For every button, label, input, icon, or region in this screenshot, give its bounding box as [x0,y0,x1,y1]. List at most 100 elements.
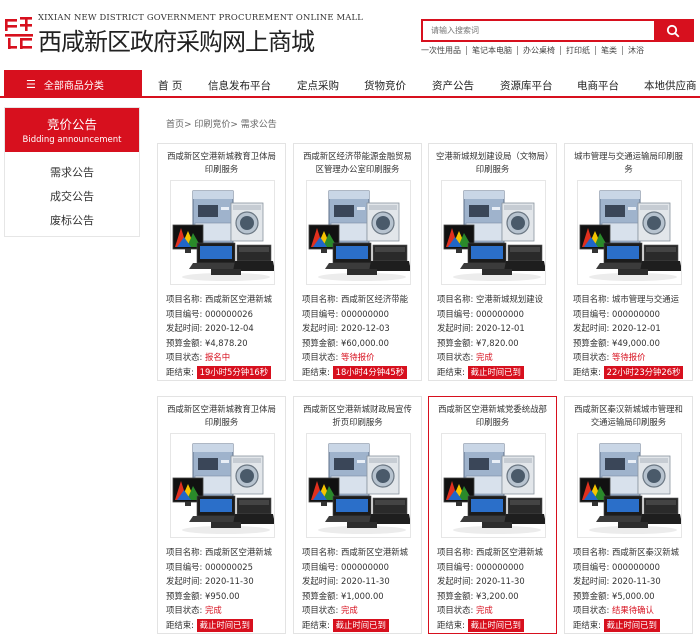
card-info: 项目名称: 城市管理与交通运 项目编号: 000000000 发起时间: 202… [573,292,688,379]
search-input[interactable] [423,21,654,40]
label-name: 项目名称: [166,294,205,304]
label-status: 项目状态: [437,352,476,362]
label-status: 项目状态: [166,352,205,362]
project-date: 2020-11-30 [340,576,390,586]
sidebar-header: 竞价公告 Bidding announcement [5,108,139,152]
search-icon [666,24,680,38]
label-name: 项目名称: [302,547,341,557]
bid-card[interactable]: 西咸新区秦汉新城城市管理和交通运输局印刷服务 项目名称: 西咸新区秦汉新城 项目… [564,396,693,634]
product-image[interactable] [441,433,546,538]
project-name: 西咸新区空港新城 [204,294,272,304]
label-date: 发起时间: [573,323,612,333]
product-image[interactable] [577,433,682,538]
hotword-link[interactable]: 笔记本电脑 [466,46,517,55]
card-info: 项目名称: 西咸新区经济带能 项目编号: 000000000 发起时间: 202… [302,292,417,379]
product-image[interactable] [170,180,275,285]
breadcrumb[interactable]: 首页> 印刷竞价> 需求公告 [166,117,277,130]
card-info: 项目名称: 西咸新区空港新城 项目编号: 000000026 发起时间: 202… [166,292,281,379]
countdown-badge: 18小时4分钟45秒 [332,365,408,379]
bid-card[interactable]: 西咸新区空港新城教育卫体局印刷服务 项目名称: 西咸新区空港新城 项目编号: 0… [157,143,286,381]
card-info: 项目名称: 西咸新区空港新城 项目编号: 000000025 发起时间: 202… [166,545,281,632]
status-text: 完成 [475,605,493,615]
label-countdown: 距结束: [166,366,197,377]
label-date: 发起时间: [302,576,341,586]
nav-item-home[interactable]: 首 页 [158,78,182,93]
card-title[interactable]: 西咸新区经济带能源金融贸易区管理办公室印刷服务 [300,150,415,176]
status-text: 完成 [475,352,493,362]
card-title[interactable]: 城市管理与交通运输局印刷服务 [571,150,686,176]
product-image[interactable] [441,180,546,285]
project-name: 西咸新区经济带能 [340,294,408,304]
hotword-link[interactable]: 打印纸 [560,46,595,55]
bid-card[interactable]: 西咸新区空港新城党委统战部印刷服务 项目名称: 西咸新区空港新城 项目编号: 0… [428,396,557,634]
card-info: 项目名称: 西咸新区空港新城 项目编号: 000000000 发起时间: 202… [302,545,417,632]
status-text: 完成 [204,605,222,615]
label-name: 项目名称: [573,547,612,557]
nav-item-asset-notice[interactable]: 资产公告 [432,78,474,93]
status-text: 等待报价 [340,352,375,362]
label-status: 项目状态: [302,352,341,362]
sidebar-item-void[interactable]: 废标公告 [5,209,139,233]
product-image[interactable] [577,180,682,285]
project-date: 2020-12-04 [204,323,254,333]
project-name: 西咸新区秦汉新城 [611,547,679,557]
nav-item-resource-platform[interactable]: 资源库平台 [500,78,553,93]
bid-card[interactable]: 西咸新区经济带能源金融贸易区管理办公室印刷服务 项目名称: 西咸新区经济带能 项… [293,143,422,381]
card-title[interactable]: 西咸新区空港新城教育卫体局印刷服务 [164,403,279,429]
label-budget: 预算金额: [573,337,612,348]
label-status: 项目状态: [437,605,476,615]
label-budget: 预算金额: [573,590,612,601]
label-countdown: 距结束: [573,619,604,630]
nav-item-designated-procurement[interactable]: 定点采购 [297,78,339,93]
logo-mark [4,16,34,50]
sidebar-item-deal[interactable]: 成交公告 [5,185,139,209]
label-code: 项目编号: [437,308,476,319]
product-image[interactable] [170,433,275,538]
project-budget: ¥1,000.00 [340,590,384,601]
project-date: 2020-12-01 [475,323,525,333]
project-date: 2020-11-30 [475,576,525,586]
project-date: 2020-11-30 [611,576,661,586]
label-name: 项目名称: [302,294,341,304]
label-code: 项目编号: [437,561,476,572]
bid-card[interactable]: 西咸新区空港新城教育卫体局印刷服务 项目名称: 西咸新区空港新城 项目编号: 0… [157,396,286,634]
hotword-link[interactable]: 办公桌椅 [517,46,560,55]
label-budget: 预算金额: [166,337,205,348]
label-name: 项目名称: [437,547,476,557]
countdown-badge: 截止时间已到 [603,618,660,632]
card-info: 项目名称: 西咸新区秦汉新城 项目编号: 000000000 发起时间: 202… [573,545,688,632]
all-categories-button[interactable]: ☰ 全部商品分类 [4,70,142,98]
card-title[interactable]: 西咸新区秦汉新城城市管理和交通运输局印刷服务 [571,403,686,429]
label-budget: 预算金额: [302,337,341,348]
hotword-link[interactable]: 一次性用品 [421,46,466,55]
label-countdown: 距结束: [437,619,468,630]
nav-item-ecommerce[interactable]: 电商平台 [577,78,619,93]
nav-item-local-suppliers[interactable]: 本地供应商 [644,78,697,93]
project-date: 2020-12-01 [611,323,661,333]
label-date: 发起时间: [166,576,205,586]
label-code: 项目编号: [302,561,341,572]
hotword-link[interactable]: 笔类 [595,46,622,55]
nav-item-info-platform[interactable]: 信息发布平台 [208,78,271,93]
product-image[interactable] [306,180,411,285]
project-budget: ¥3,200.00 [475,590,519,601]
label-countdown: 距结束: [573,366,604,377]
card-title[interactable]: 西咸新区空港新城教育卫体局印刷服务 [164,150,279,176]
card-title[interactable]: 西咸新区空港新城党委统战部印刷服务 [435,403,550,429]
search-bar [421,19,694,42]
product-image[interactable] [306,433,411,538]
bid-card[interactable]: 空港新城规划建设局（文物局）印刷服务 项目名称: 空港新城规划建设 项目编号: … [428,143,557,381]
search-button[interactable] [654,21,692,40]
nav-item-goods-bidding[interactable]: 货物竞价 [364,78,406,93]
countdown-badge: 截止时间已到 [332,618,389,632]
menu-icon: ☰ [26,77,36,91]
sidebar-item-demand[interactable]: 需求公告 [5,161,139,185]
card-title[interactable]: 西咸新区空港新城财政局宣传折页印刷服务 [300,403,415,429]
label-code: 项目编号: [166,308,205,319]
card-title[interactable]: 空港新城规划建设局（文物局）印刷服务 [435,150,550,176]
countdown-badge: 截止时间已到 [467,365,524,379]
bid-card[interactable]: 西咸新区空港新城财政局宣传折页印刷服务 项目名称: 西咸新区空港新城 项目编号:… [293,396,422,634]
hotword-link[interactable]: 沐浴 [622,46,649,55]
label-code: 项目编号: [166,561,205,572]
bid-card[interactable]: 城市管理与交通运输局印刷服务 项目名称: 城市管理与交通运 项目编号: 0000… [564,143,693,381]
